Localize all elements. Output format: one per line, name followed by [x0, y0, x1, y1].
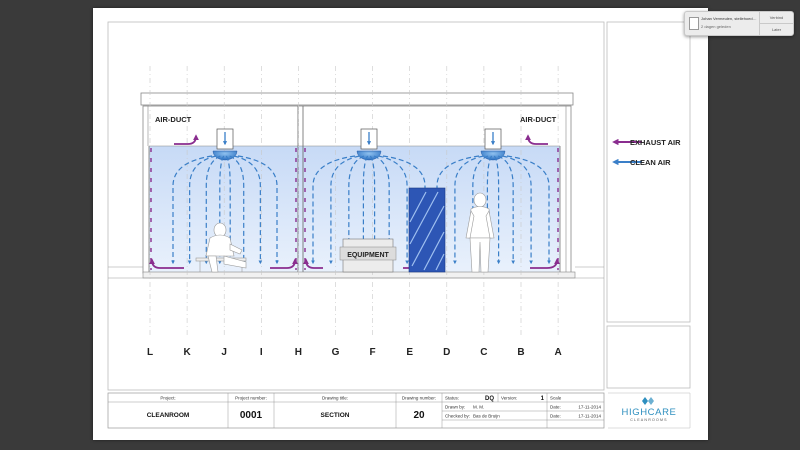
project-number-value: 0001	[240, 410, 263, 421]
connect-button[interactable]: Verbind	[760, 12, 793, 24]
grid-axis-a: A	[554, 347, 561, 358]
grid-labels: LKJIHGFEDCBA	[147, 347, 562, 358]
project-label: Project:	[160, 396, 175, 401]
clean-air-legend-label: CLEAN AIR	[630, 158, 671, 167]
grid-axis-c: C	[480, 347, 487, 358]
notification-time: 2 dagen geleden	[701, 24, 731, 29]
notification-popup: Johan Vermeulen, stellehoedezon… 2 dagen…	[684, 11, 794, 36]
highcare-logo: HIGHCARE CLEANROOMS	[622, 397, 677, 422]
status-value: DQ	[485, 396, 494, 402]
grid-axis-i: I	[260, 347, 263, 358]
drawing-number-value: 20	[413, 410, 425, 421]
grid-axis-d: D	[443, 347, 450, 358]
drawing-title-value: SECTION	[321, 412, 350, 419]
filter-unit-right	[480, 128, 506, 161]
filter-unit-left	[212, 128, 238, 161]
cleanroom-section-drawing: L K J I H G F E D C B A AIR-DUCT AIR-DUCT EQUIPMENT	[107, 21, 691, 429]
equipment-unit: EQUIPMENT	[339, 238, 397, 273]
logo-mark-2	[648, 397, 654, 405]
drawing-title-label: Drawing title:	[322, 396, 348, 401]
document-icon	[689, 17, 699, 30]
drawing-sheet: L K J I H G F E D C B A AIR-DUCT AIR-DUCT EQUIPMENT	[93, 8, 708, 440]
exhaust-air-arrow	[525, 134, 548, 145]
date-label-checked: Date:	[550, 414, 561, 419]
air-duct-label-right: AIR-DUCT	[520, 115, 557, 124]
grid-axis-k: K	[183, 347, 191, 358]
side-panel-bottom	[606, 325, 691, 389]
exhaust-air-legend-label: EXHAUST AIR	[630, 138, 681, 147]
legend: EXHAUST AIR CLEAN AIR	[612, 138, 681, 167]
project-number-label: Project number:	[235, 396, 267, 401]
logo-text: HIGHCARE	[622, 407, 677, 418]
drawing-number-label: Drawing number:	[402, 396, 436, 401]
side-panel-top	[606, 21, 691, 323]
grid-axis-f: F	[370, 347, 376, 358]
grid-axis-l: L	[147, 347, 153, 358]
air-duct-label-left: AIR-DUCT	[155, 115, 192, 124]
notification-text: Johan Vermeulen, stellehoedezon…	[701, 16, 757, 21]
grid-axis-g: G	[332, 347, 340, 358]
date-value-checked: 17-11-2014	[578, 414, 601, 419]
grid-axis-h: H	[295, 347, 302, 358]
grid-axis-j: J	[221, 347, 227, 358]
equipment-label: EQUIPMENT	[347, 252, 389, 259]
checked-by-label: Checked by:	[445, 414, 470, 419]
project-value: CLEANROOM	[147, 412, 190, 419]
date-value-drawn: 17-11-2014	[578, 405, 601, 410]
grid-axis-b: B	[517, 347, 524, 358]
logo-mark	[642, 397, 648, 405]
glass-panel	[408, 187, 446, 273]
checked-by-value: Bas de Bruijn	[473, 414, 500, 419]
title-block: Project: CLEANROOM Project number: 0001 …	[107, 392, 691, 429]
status-label: Status:	[445, 396, 459, 401]
drawn-by-label: Drawn by:	[445, 405, 465, 410]
logo-subtext: CLEANROOMS	[630, 418, 668, 422]
exhaust-air-arrow	[174, 134, 199, 145]
version-label: Version:	[501, 396, 517, 401]
drawn-by-value: M. M.	[473, 405, 484, 410]
later-button[interactable]: Later	[760, 24, 793, 35]
date-label-drawn: Date:	[550, 405, 561, 410]
grid-axis-e: E	[406, 347, 413, 358]
scale-label: Scale	[550, 396, 562, 401]
filter-unit-center	[356, 128, 382, 161]
